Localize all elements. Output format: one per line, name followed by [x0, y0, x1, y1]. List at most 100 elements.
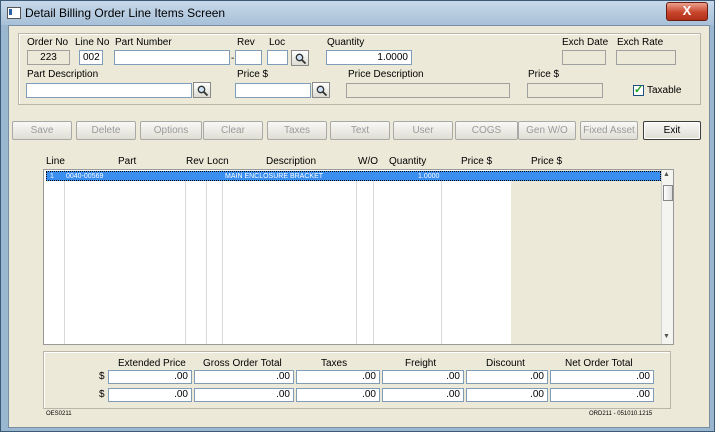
taxes-value: .00 — [296, 388, 380, 402]
freight-value: .00 — [382, 370, 464, 384]
save-button[interactable]: Save — [12, 121, 72, 140]
exch-rate-field — [616, 50, 676, 65]
exch-date-label: Exch Date — [562, 37, 609, 48]
cell-line: 1 — [50, 173, 54, 180]
column-divider — [222, 170, 223, 344]
extended-price-value: .00 — [108, 388, 192, 402]
scroll-up-arrow-icon[interactable]: ▲ — [663, 171, 670, 178]
cell-description: MAIN ENCLOSURE BRACKET — [225, 173, 324, 180]
clear-button[interactable]: Clear — [203, 121, 263, 140]
title-bar[interactable]: Detail Billing Order Line Items Screen X — [1, 1, 714, 25]
col-header-rev[interactable]: Rev — [186, 156, 204, 167]
gross-order-total-value: .00 — [194, 370, 294, 384]
part-lookup-button[interactable] — [193, 82, 211, 98]
line-no-label: Line No — [75, 37, 110, 48]
col-header-wo[interactable]: W/O — [358, 156, 378, 167]
totals-group: Extended Price Gross Order Total Taxes F… — [43, 351, 671, 409]
col-header-line[interactable]: Line — [46, 156, 65, 167]
header-group: Order No 223 Line No 002 Part Number - R… — [18, 33, 701, 105]
table-row[interactable]: 1 0040-00569 MAIN ENCLOSURE BRACKET 1.00… — [46, 171, 661, 181]
column-divider — [185, 170, 186, 344]
screen-id-right: ORD211 - 051010.1215 — [589, 411, 653, 417]
currency-symbol: $ — [99, 389, 105, 400]
scroll-down-arrow-icon[interactable]: ▼ — [663, 333, 670, 340]
scroll-thumb[interactable] — [663, 185, 673, 201]
fixed-asset-button[interactable]: Fixed Asset — [580, 121, 638, 140]
order-no-label: Order No — [27, 37, 69, 48]
net-order-total-header: Net Order Total — [565, 358, 633, 369]
taxes-value: .00 — [296, 370, 380, 384]
cogs-button[interactable]: COGS — [455, 121, 518, 140]
discount-value: .00 — [466, 370, 548, 384]
part-rev-dash: - — [231, 53, 235, 64]
screen-id-left: OES0211 — [46, 411, 72, 417]
order-no-field: 223 — [27, 50, 70, 65]
freight-value: .00 — [382, 388, 464, 402]
price-description-label: Price Description — [348, 69, 424, 80]
col-header-price[interactable]: Price $ — [461, 156, 492, 167]
taxes-header: Taxes — [321, 358, 348, 369]
application-window: Detail Billing Order Line Items Screen X… — [0, 0, 715, 432]
taxable-checkbox[interactable] — [633, 83, 644, 96]
extended-price-header: Extended Price — [118, 358, 186, 369]
discount-value: .00 — [466, 388, 548, 402]
exch-date-field — [562, 50, 606, 65]
delete-button[interactable]: Delete — [76, 121, 136, 140]
col-header-locn[interactable]: Locn — [207, 156, 229, 167]
rev-label: Rev — [237, 37, 255, 48]
grid-empty-area — [511, 170, 661, 344]
price2-label: Price $ — [528, 69, 560, 80]
col-header-description[interactable]: Description — [266, 156, 316, 167]
options-button[interactable]: Options — [140, 121, 202, 140]
gross-order-total-header: Gross Order Total — [203, 358, 282, 369]
quantity-label: Quantity — [327, 37, 365, 48]
price-description-field — [346, 83, 510, 98]
app-icon — [7, 7, 21, 19]
part-number-label: Part Number — [115, 37, 172, 48]
gen-wo-button[interactable]: Gen W/O — [518, 121, 576, 140]
taxes-button[interactable]: Taxes — [267, 121, 327, 140]
extended-price-value: .00 — [108, 370, 192, 384]
column-divider — [356, 170, 357, 344]
magnifier-icon — [197, 85, 208, 96]
part-description-label: Part Description — [27, 69, 99, 80]
discount-header: Discount — [486, 358, 525, 369]
line-items-grid[interactable]: 1 0040-00569 MAIN ENCLOSURE BRACKET 1.00… — [43, 169, 674, 345]
loc-lookup-button[interactable] — [291, 50, 309, 66]
price-field[interactable] — [235, 83, 311, 98]
user-button[interactable]: User — [393, 121, 453, 140]
part-description-field[interactable] — [26, 83, 192, 98]
grid-vertical-scrollbar[interactable]: ▲ ▼ — [661, 170, 673, 344]
column-divider — [441, 170, 442, 344]
exch-rate-label: Exch Rate — [617, 37, 664, 48]
rev-field[interactable] — [235, 50, 262, 65]
col-header-quantity[interactable]: Quantity — [389, 156, 426, 167]
net-order-total-value: .00 — [550, 370, 654, 384]
window-title: Detail Billing Order Line Items Screen — [25, 6, 226, 20]
cell-quantity: 1.0000 — [418, 173, 440, 180]
line-no-field[interactable]: 002 — [79, 50, 103, 65]
column-divider — [373, 170, 374, 344]
quantity-field[interactable]: 1.0000 — [326, 50, 412, 65]
currency-symbol: $ — [99, 371, 105, 382]
text-button[interactable]: Text — [330, 121, 390, 140]
exit-button[interactable]: Exit — [643, 121, 701, 140]
close-icon[interactable]: X — [666, 2, 708, 21]
magnifier-icon — [316, 85, 327, 96]
price-label: Price $ — [237, 69, 269, 80]
column-divider — [206, 170, 207, 344]
price2-field — [527, 83, 603, 98]
loc-field[interactable] — [267, 50, 288, 65]
cell-part: 0040-00569 — [66, 173, 104, 180]
column-divider — [64, 170, 65, 344]
part-number-field[interactable] — [114, 50, 230, 65]
gross-order-total-value: .00 — [194, 388, 294, 402]
taxable-label: Taxable — [647, 85, 682, 96]
net-order-total-value: .00 — [550, 388, 654, 402]
client-area: Order No 223 Line No 002 Part Number - R… — [8, 25, 710, 428]
loc-label: Loc — [269, 37, 286, 48]
price-lookup-button[interactable] — [312, 82, 330, 98]
col-header-price2[interactable]: Price $ — [531, 156, 562, 167]
col-header-part[interactable]: Part — [118, 156, 136, 167]
freight-header: Freight — [405, 358, 437, 369]
